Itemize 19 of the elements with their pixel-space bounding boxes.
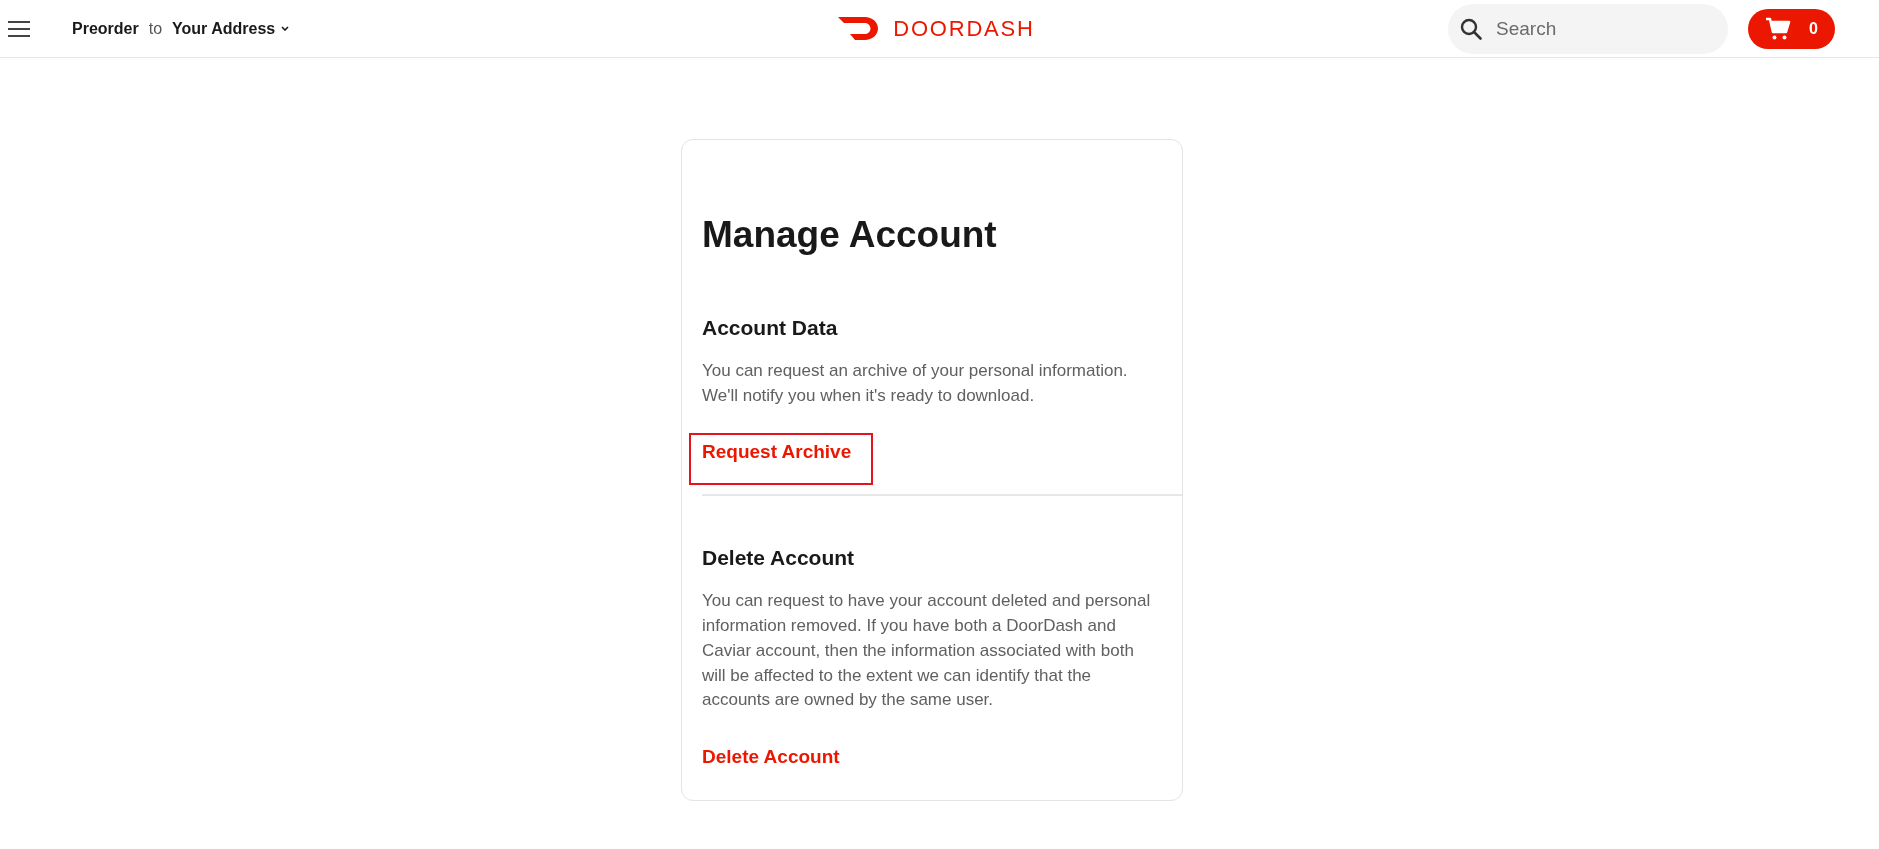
highlighted-link-button[interactable]: Request Archive	[689, 433, 873, 486]
preorder-label[interactable]: Preorder	[72, 16, 139, 41]
logo-wordmark: DOORDASH	[893, 17, 1035, 40]
dash-logo-icon	[838, 17, 879, 40]
section-description: You can request an archive of your personal information. We'll notify you when it's ready to download.	[702, 360, 1129, 407]
connector-text: to	[148, 18, 163, 39]
cart-icon	[1765, 16, 1791, 41]
link-button[interactable]: Delete Account	[702, 744, 840, 769]
search-icon	[1460, 17, 1482, 40]
section-heading: Account Data	[702, 315, 838, 341]
doordash-logo[interactable]: DOORDASH	[838, 17, 1035, 40]
page-title: Manage Account	[702, 213, 997, 257]
section-heading: Delete Account	[702, 545, 855, 572]
cart-button[interactable]: 0	[1748, 8, 1835, 49]
section-description: You can request to have your account deleted and personal information removed. If you have both a DoorDash and Caviar account, then the information associated with both will be affected to the extent we can identify that the accounts are owned by the same user.	[702, 590, 1152, 712]
menu-icon[interactable]	[8, 20, 30, 37]
address-dropdown[interactable]: Your Address	[172, 16, 290, 41]
chevron-down-icon	[281, 26, 290, 31]
search-field[interactable]: Search	[1448, 3, 1728, 54]
